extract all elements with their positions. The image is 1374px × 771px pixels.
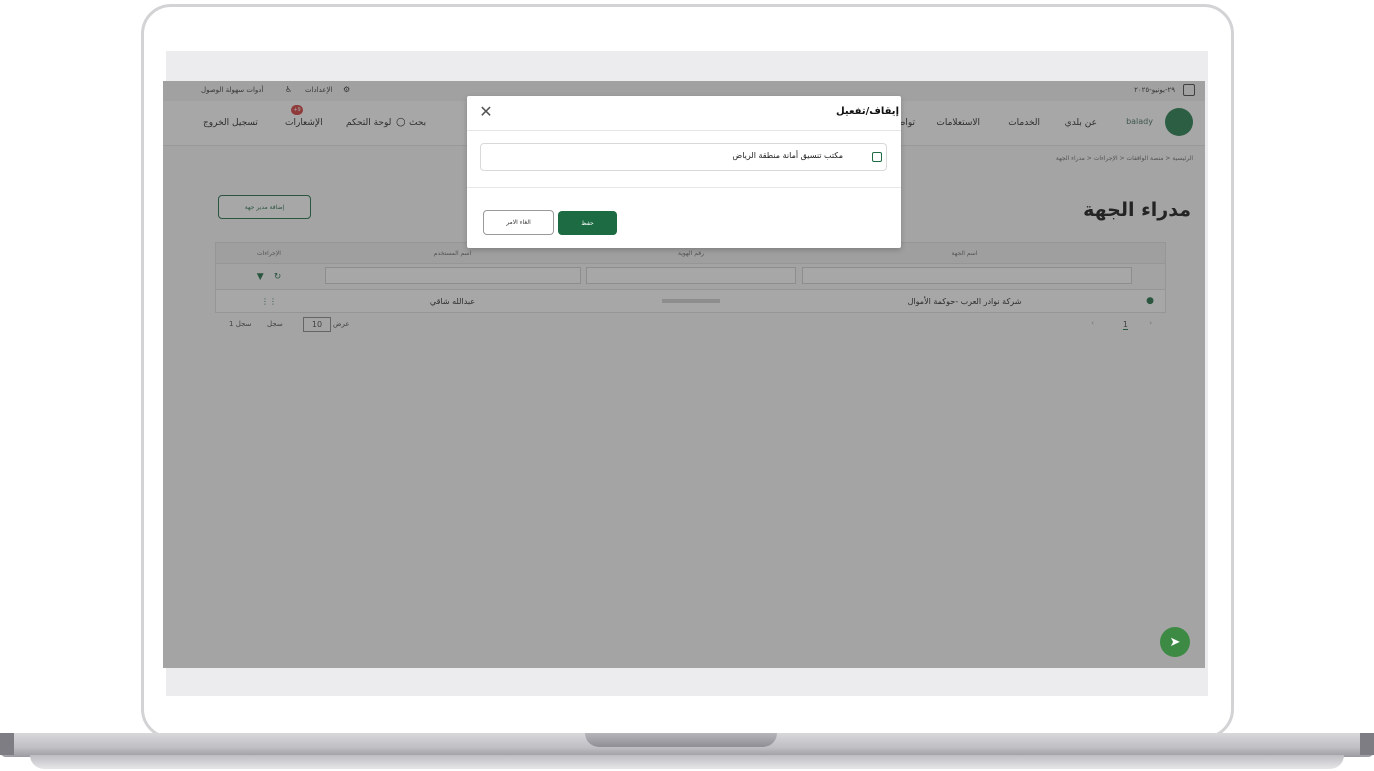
cancel-button[interactable]: الغاء الامر — [483, 210, 554, 235]
laptop-base-left-cap — [0, 733, 14, 755]
send-icon[interactable]: ➤ — [1160, 627, 1190, 657]
office-option-row[interactable]: مكتب تنسيق أمانة منطقة الرياض — [480, 143, 887, 171]
office-option-label: مكتب تنسيق أمانة منطقة الرياض — [732, 151, 843, 160]
laptop-base-bottom — [30, 755, 1344, 769]
dialog-header: إيقاف/تفعيل ✕ — [467, 96, 901, 131]
save-button[interactable]: حفظ — [558, 211, 617, 235]
suspend-activate-dialog: إيقاف/تفعيل ✕ مكتب تنسيق أمانة منطقة الر… — [467, 96, 901, 248]
dialog-title: إيقاف/تفعيل — [835, 106, 899, 117]
office-checkbox[interactable] — [872, 152, 882, 162]
laptop-notch — [585, 733, 777, 747]
close-icon[interactable]: ✕ — [476, 102, 496, 122]
laptop-base-right-cap — [1360, 733, 1374, 755]
dialog-divider — [467, 187, 901, 188]
